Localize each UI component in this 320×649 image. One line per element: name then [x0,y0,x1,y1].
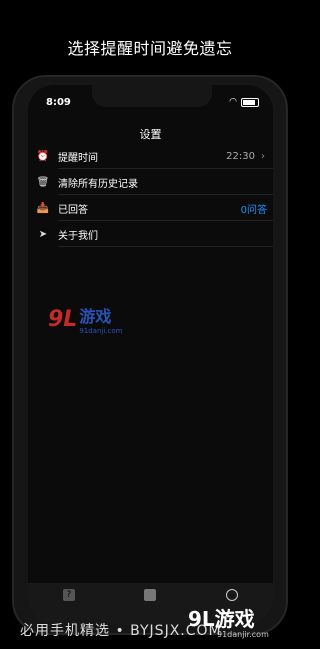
row-value: 22:30 [226,150,255,162]
watermark-number: 9L [48,306,78,332]
send-icon: ➤ [38,228,48,240]
settings-row-answered[interactable]: 📥 已回答 0问答 [28,195,273,221]
watermark-logo: 9L 游戏 91danji.com [48,303,123,336]
settings-list: ⏰ 提醒时间 22:30 › 🗑 清除所有历史记录 📥 已回答 0问答 ➤ 关于… [28,143,273,247]
status-icons: ◠ [229,97,259,107]
battery-icon [241,97,259,107]
row-label: 已回答 [58,204,88,216]
nav-title: 设置 [139,128,162,141]
promo-title: 选择提醒时间避免遗忘 [67,39,233,58]
notch [92,85,212,107]
brand-url: 91danjir.com [217,630,269,639]
row-label: 清除所有历史记录 [58,178,138,190]
watermark-text: 游戏 [79,307,112,326]
alarm-icon: ⏰ [36,150,50,162]
phone-frame: 8:09 ◠ 设置 ⏰ 提醒时间 22:30 › 🗑 清除所有历史记录 📥 已回… [12,75,288,635]
status-time: 8:09 [46,97,71,108]
inbox-icon: 📥 [36,202,50,214]
gear-icon[interactable] [226,589,239,601]
app-screen: 8:09 ◠ 设置 ⏰ 提醒时间 22:30 › 🗑 清除所有历史记录 📥 已回… [28,85,273,625]
wifi-icon: ◠ [229,97,237,107]
settings-row-about[interactable]: ➤ 关于我们 [28,221,273,247]
question-icon[interactable]: ? [62,589,75,601]
brand-logo: 9L游戏 [188,607,255,631]
chevron-right-icon: › [261,150,265,162]
inbox-icon[interactable] [144,589,157,601]
trash-icon: 🗑 [36,176,50,188]
settings-row-reminder-time[interactable]: ⏰ 提醒时间 22:30 › [28,143,273,169]
settings-row-clear-history[interactable]: 🗑 清除所有历史记录 [28,169,273,195]
row-value: 0问答 [240,204,267,216]
row-label: 关于我们 [58,230,98,242]
watermark-url: 91danji.com [79,327,123,335]
row-label: 提醒时间 [58,152,98,164]
